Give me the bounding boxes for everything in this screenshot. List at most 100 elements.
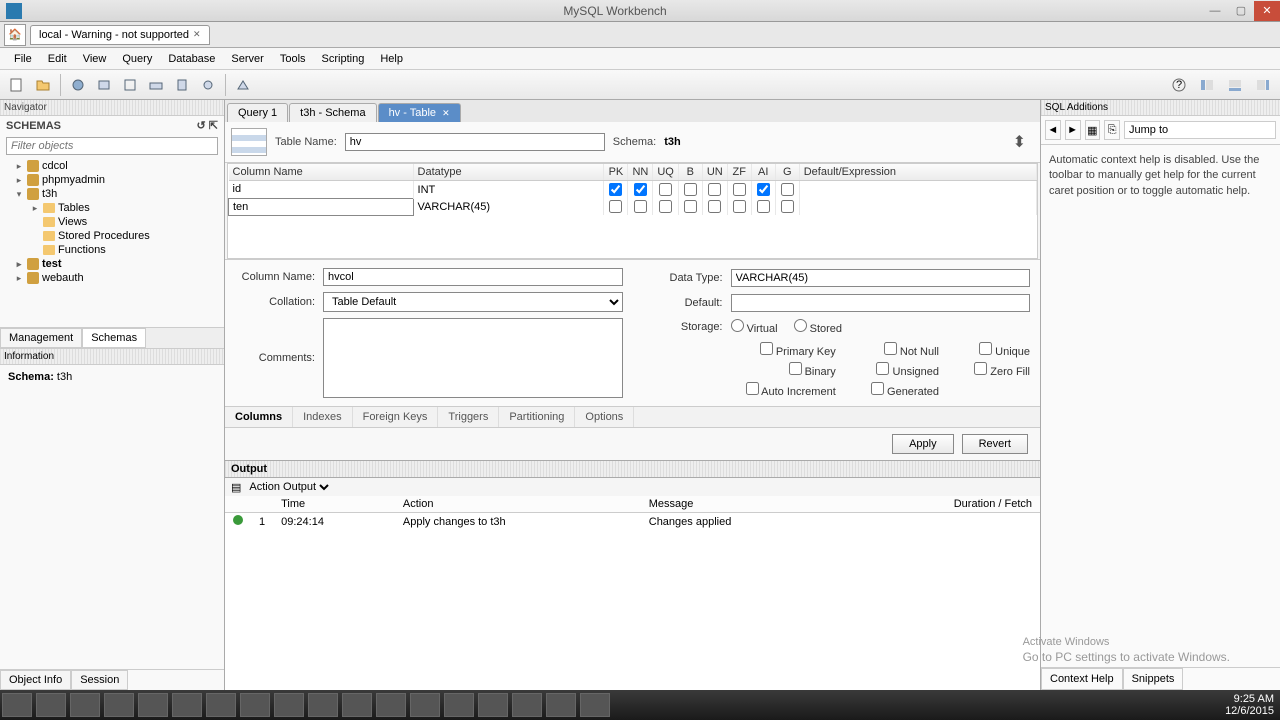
menu-database[interactable]: Database bbox=[160, 50, 223, 68]
toolbar-button[interactable] bbox=[66, 73, 90, 97]
col-name-cell[interactable]: id bbox=[229, 181, 414, 199]
col-header[interactable]: ZF bbox=[727, 164, 751, 181]
grid-checkbox[interactable] bbox=[684, 200, 697, 213]
panel-toggle-button[interactable] bbox=[1195, 73, 1219, 97]
editor-tab-hv[interactable]: hv - Table✕ bbox=[378, 103, 461, 122]
open-sql-button[interactable] bbox=[31, 73, 55, 97]
col-name-cell[interactable]: ten bbox=[229, 198, 414, 215]
nav-forward-button[interactable]: ► bbox=[1065, 120, 1081, 140]
toolbar-button[interactable] bbox=[231, 73, 255, 97]
filter-objects-input[interactable] bbox=[6, 137, 218, 155]
grid-checkbox[interactable] bbox=[708, 183, 721, 196]
context-help-tab[interactable]: Context Help bbox=[1041, 668, 1123, 690]
editor-tab-t3h[interactable]: t3h - Schema bbox=[289, 103, 376, 122]
tab-columns[interactable]: Columns bbox=[225, 407, 293, 427]
object-info-tab[interactable]: Object Info bbox=[0, 670, 71, 690]
default-input[interactable] bbox=[731, 294, 1031, 312]
taskbar-item[interactable] bbox=[376, 693, 406, 717]
grid-checkbox[interactable] bbox=[781, 200, 794, 213]
stored-radio[interactable]: Stored bbox=[794, 319, 842, 335]
grid-checkbox[interactable] bbox=[708, 200, 721, 213]
grid-checkbox[interactable] bbox=[757, 200, 770, 213]
menu-query[interactable]: Query bbox=[114, 50, 160, 68]
col-default-cell[interactable] bbox=[799, 181, 1036, 199]
col-dt-cell[interactable]: VARCHAR(45) bbox=[413, 198, 604, 215]
refresh-icon[interactable]: ↺ bbox=[197, 120, 206, 132]
menu-view[interactable]: View bbox=[75, 50, 115, 68]
collation-select[interactable]: Table Default bbox=[323, 292, 623, 312]
menu-help[interactable]: Help bbox=[372, 50, 411, 68]
menu-tools[interactable]: Tools bbox=[272, 50, 314, 68]
close-icon[interactable]: ✕ bbox=[193, 29, 201, 40]
col-header[interactable]: UQ bbox=[653, 164, 679, 181]
tab-foreign-keys[interactable]: Foreign Keys bbox=[353, 407, 439, 427]
menu-scripting[interactable]: Scripting bbox=[314, 50, 373, 68]
taskbar-item[interactable] bbox=[546, 693, 576, 717]
snippets-tab[interactable]: Snippets bbox=[1123, 668, 1184, 690]
taskbar-item[interactable] bbox=[206, 693, 236, 717]
toolbar-button[interactable] bbox=[92, 73, 116, 97]
taskbar-item[interactable] bbox=[410, 693, 440, 717]
grid-checkbox[interactable] bbox=[659, 183, 672, 196]
output-table[interactable]: Time Action Message Duration / Fetch 109… bbox=[225, 496, 1040, 690]
management-tab[interactable]: Management bbox=[0, 328, 82, 348]
col-header[interactable]: G bbox=[775, 164, 799, 181]
col-default-cell[interactable] bbox=[799, 198, 1036, 215]
pk-checkbox[interactable]: Primary Key bbox=[731, 342, 836, 358]
comments-textarea[interactable] bbox=[323, 318, 623, 398]
grid-checkbox[interactable] bbox=[733, 183, 746, 196]
new-sql-tab-button[interactable] bbox=[5, 73, 29, 97]
apply-button[interactable]: Apply bbox=[892, 434, 954, 454]
start-button[interactable] bbox=[2, 693, 32, 717]
help-icon[interactable]: ? bbox=[1167, 73, 1191, 97]
menu-file[interactable]: File bbox=[6, 50, 40, 68]
taskbar-item[interactable] bbox=[70, 693, 100, 717]
tab-indexes[interactable]: Indexes bbox=[293, 407, 353, 427]
taskbar-item[interactable] bbox=[104, 693, 134, 717]
close-button[interactable]: ✕ bbox=[1254, 1, 1280, 21]
taskbar-item[interactable] bbox=[478, 693, 508, 717]
editor-tab-query1[interactable]: Query 1 bbox=[227, 103, 288, 122]
schema-tree[interactable]: ▸cdcol ▸phpmyadmin ▾t3h ▸Tables Views St… bbox=[0, 157, 224, 327]
session-tab[interactable]: Session bbox=[71, 670, 128, 690]
col-dt-cell[interactable]: INT bbox=[413, 181, 604, 199]
schemas-tab[interactable]: Schemas bbox=[82, 328, 146, 348]
grid-checkbox[interactable] bbox=[609, 183, 622, 196]
taskbar-item[interactable] bbox=[512, 693, 542, 717]
expand-icon[interactable]: ⇱ bbox=[209, 120, 218, 132]
column-name-input[interactable] bbox=[323, 268, 623, 286]
taskbar-item[interactable] bbox=[308, 693, 338, 717]
menu-edit[interactable]: Edit bbox=[40, 50, 75, 68]
grid-checkbox[interactable] bbox=[781, 183, 794, 196]
toolbar-button[interactable] bbox=[170, 73, 194, 97]
toolbar-button[interactable] bbox=[196, 73, 220, 97]
nav-back-button[interactable]: ◄ bbox=[1045, 120, 1061, 140]
taskbar-item[interactable] bbox=[172, 693, 202, 717]
col-header[interactable]: UN bbox=[702, 164, 727, 181]
taskbar-item[interactable] bbox=[342, 693, 372, 717]
taskbar-item[interactable] bbox=[138, 693, 168, 717]
col-header[interactable]: Default/Expression bbox=[799, 164, 1036, 181]
minimize-button[interactable]: — bbox=[1202, 1, 1228, 21]
taskbar-item[interactable] bbox=[274, 693, 304, 717]
datatype-input[interactable] bbox=[731, 269, 1031, 287]
notnull-checkbox[interactable]: Not Null bbox=[856, 342, 939, 358]
system-clock[interactable]: 9:25 AM12/6/2015 bbox=[1225, 693, 1280, 717]
taskbar-item[interactable] bbox=[580, 693, 610, 717]
taskbar-item[interactable] bbox=[444, 693, 474, 717]
grid-checkbox[interactable] bbox=[684, 183, 697, 196]
col-header[interactable]: Column Name bbox=[229, 164, 414, 181]
virtual-radio[interactable]: Virtual bbox=[731, 319, 778, 335]
grid-checkbox[interactable] bbox=[733, 200, 746, 213]
grid-checkbox[interactable] bbox=[609, 200, 622, 213]
col-header[interactable]: PK bbox=[604, 164, 628, 181]
tab-triggers[interactable]: Triggers bbox=[438, 407, 499, 427]
output-type-select[interactable]: Action Output bbox=[245, 480, 332, 494]
taskbar-item[interactable] bbox=[36, 693, 66, 717]
revert-button[interactable]: Revert bbox=[962, 434, 1028, 454]
table-name-input[interactable] bbox=[345, 133, 605, 151]
zerofill-checkbox[interactable]: Zero Fill bbox=[959, 362, 1030, 378]
binary-checkbox[interactable]: Binary bbox=[731, 362, 836, 378]
collapse-icon[interactable]: ⬍ bbox=[1005, 132, 1034, 152]
grid-checkbox[interactable] bbox=[659, 200, 672, 213]
